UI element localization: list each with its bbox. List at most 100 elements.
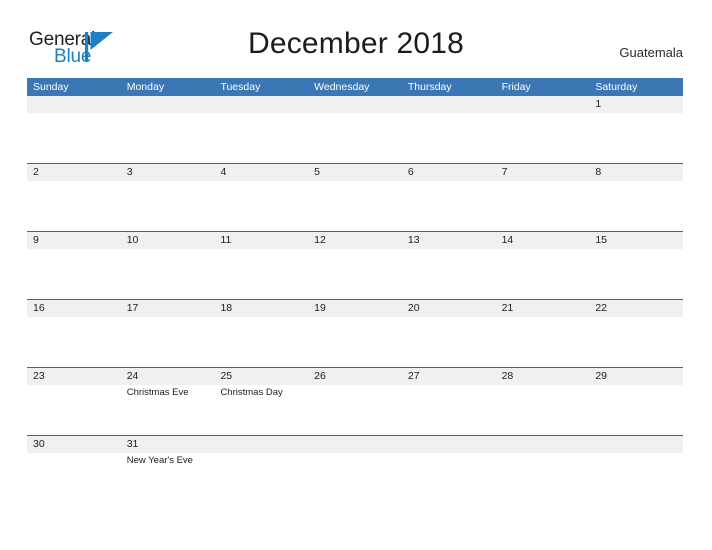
day-number: 19: [314, 302, 326, 314]
day-number: [220, 436, 308, 453]
day-cell-empty: [496, 96, 590, 163]
day-number: 1: [595, 98, 602, 110]
day-number: 10: [126, 234, 139, 246]
day-number: [33, 96, 121, 113]
day-cell-25[interactable]: 25 Christmas Day: [214, 368, 308, 435]
weekday-header-thursday: Thursday: [407, 81, 452, 93]
day-cell-empty: [496, 436, 590, 503]
weekday-header-sunday: Sunday: [33, 81, 69, 93]
day-cell-26[interactable]: 26: [308, 368, 402, 435]
day-number: 8: [595, 166, 602, 178]
day-number: 2: [33, 166, 39, 178]
day-number: 24: [126, 370, 139, 382]
day-number: 27: [407, 370, 420, 382]
day-cell-empty: [402, 436, 496, 503]
day-number: [408, 96, 496, 113]
day-number: 20: [407, 302, 420, 314]
day-number: 14: [501, 234, 514, 246]
week-cells: 23 24 Christmas Eve 25 Christmas Day 26 27 28 29: [27, 368, 683, 435]
day-number: 21: [501, 302, 514, 314]
week-cells: 30 31 New Year's Eve: [27, 436, 683, 503]
day-cell-7[interactable]: 7: [496, 164, 590, 231]
calendar-weeks: 1 2 3 4 5 6 7 8 9 10 11 12 13 14 15 16 17 18 19 20 21 22 23 24 C…: [27, 96, 683, 503]
day-cell-5[interactable]: 5: [308, 164, 402, 231]
day-cell-23[interactable]: 23: [27, 368, 121, 435]
day-number: 23: [33, 370, 45, 382]
day-cell-22[interactable]: 22: [589, 300, 683, 367]
day-number: 22: [595, 302, 607, 314]
weekday-header-tuesday: Tuesday: [220, 81, 261, 93]
day-cell-empty: [589, 436, 683, 503]
day-number: 25: [220, 370, 233, 382]
day-number: 30: [33, 438, 45, 450]
day-cell-empty: [308, 96, 402, 163]
day-number: [220, 96, 308, 113]
day-event-label: Christmas Day: [220, 387, 283, 398]
day-cell-2[interactable]: 2: [27, 164, 121, 231]
day-number: 16: [33, 302, 45, 314]
day-number: 5: [314, 166, 320, 178]
day-cell-11[interactable]: 11: [214, 232, 308, 299]
day-cell-empty: [121, 96, 215, 163]
day-cell-19[interactable]: 19: [308, 300, 402, 367]
day-cell-15[interactable]: 15: [589, 232, 683, 299]
day-number: 28: [501, 370, 514, 382]
day-number: 15: [595, 234, 607, 246]
day-number: 11: [220, 234, 232, 246]
day-cell-6[interactable]: 6: [402, 164, 496, 231]
day-cell-27[interactable]: 27: [402, 368, 496, 435]
day-cell-empty: [27, 96, 121, 163]
weekday-header-friday: Friday: [501, 81, 531, 93]
week-cells: 16 17 18 19 20 21 22: [27, 300, 683, 367]
day-cell-empty: [308, 436, 402, 503]
weekday-header-wednesday: Wednesday: [314, 81, 370, 93]
day-cell-17[interactable]: 17: [121, 300, 215, 367]
day-cell-14[interactable]: 14: [496, 232, 590, 299]
day-cell-16[interactable]: 16: [27, 300, 121, 367]
calendar-week-row: 16 17 18 19 20 21 22: [27, 299, 683, 367]
calendar-week-row: 9 10 11 12 13 14 15: [27, 231, 683, 299]
day-cell-4[interactable]: 4: [214, 164, 308, 231]
day-number: [502, 436, 590, 453]
day-number: 17: [126, 302, 139, 314]
day-cell-24[interactable]: 24 Christmas Eve: [121, 368, 215, 435]
page-title: December 2018: [247, 27, 465, 60]
day-cell-9[interactable]: 9: [27, 232, 121, 299]
day-number: 12: [314, 234, 326, 246]
calendar-week-row: 1: [27, 96, 683, 163]
day-cell-29[interactable]: 29: [589, 368, 683, 435]
day-cell-10[interactable]: 10: [121, 232, 215, 299]
day-number: [502, 96, 590, 113]
day-cell-21[interactable]: 21: [496, 300, 590, 367]
day-cell-12[interactable]: 12: [308, 232, 402, 299]
weekday-header-monday: Monday: [126, 81, 165, 93]
day-number: 4: [220, 166, 227, 178]
day-cell-30[interactable]: 30: [27, 436, 121, 503]
day-cell-1[interactable]: 1: [589, 96, 683, 163]
day-number: 13: [407, 234, 420, 246]
calendar-grid: Sunday Monday Tuesday Wednesday Thursday Frid…: [27, 78, 683, 503]
day-number: [127, 96, 215, 113]
day-cell-20[interactable]: 20: [402, 300, 496, 367]
calendar-week-row: 30 31 New Year's Eve: [27, 435, 683, 503]
day-number: 26: [314, 370, 326, 382]
day-cell-31[interactable]: 31 New Year's Eve: [121, 436, 215, 503]
day-cell-3[interactable]: 3: [121, 164, 215, 231]
day-number: 3: [126, 166, 133, 178]
day-number: 29: [595, 370, 607, 382]
day-number: [595, 436, 683, 453]
day-cell-18[interactable]: 18: [214, 300, 308, 367]
day-cell-empty: [214, 96, 308, 163]
day-cell-8[interactable]: 8: [589, 164, 683, 231]
calendar-week-row: 23 24 Christmas Eve 25 Christmas Day 26 27 28 29: [27, 367, 683, 435]
day-cell-28[interactable]: 28: [496, 368, 590, 435]
day-cell-13[interactable]: 13: [402, 232, 496, 299]
day-number: 9: [33, 234, 39, 246]
weekday-header-row: Sunday Monday Tuesday Wednesday Thursday Frid…: [27, 78, 683, 96]
calendar-week-row: 2 3 4 5 6 7 8: [27, 163, 683, 231]
day-cell-empty: [402, 96, 496, 163]
week-cells: 2 3 4 5 6 7 8: [27, 164, 683, 231]
day-number: [408, 436, 496, 453]
week-cells: 1: [27, 96, 683, 163]
page-header: General Blue December 2018 Guatemala: [0, 0, 712, 76]
